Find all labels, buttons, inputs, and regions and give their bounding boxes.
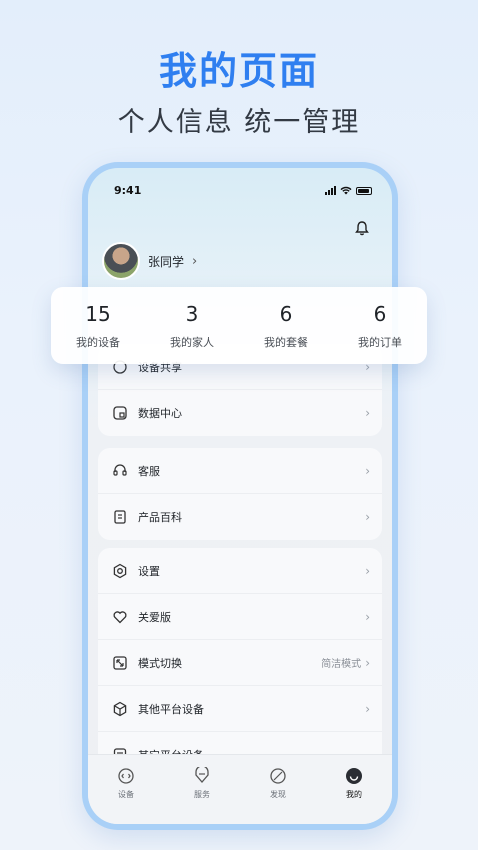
device-icon	[118, 768, 134, 784]
chevron-right-icon: ›	[365, 463, 370, 478]
tab-bar: 设备 服务 发现 我的	[88, 754, 392, 824]
stat-my-family[interactable]: 3 我的家人	[147, 302, 237, 350]
chevron-right-icon: ›	[192, 253, 198, 269]
menu-item-label: 产品百科	[138, 511, 182, 524]
menu-item-label: 数据中心	[138, 407, 182, 420]
phone-screen: 9:41 张同学 › 设备共享 › 数据中心 › 客服 › 产品百科 › 设置 …	[88, 168, 392, 824]
stat-value: 6	[279, 301, 293, 326]
data-center-icon	[110, 403, 130, 423]
bell-icon[interactable]	[354, 220, 370, 236]
battery-icon	[356, 187, 372, 195]
chevron-right-icon: ›	[365, 701, 370, 716]
stat-my-plans[interactable]: 6 我的套餐	[241, 302, 331, 350]
menu-item-label: 模式切换	[138, 656, 182, 670]
menu-item-care-mode[interactable]: 关爱版 ›	[98, 594, 382, 640]
profile-icon	[346, 768, 362, 784]
mode-switch-icon	[110, 653, 130, 673]
phone-frame: 9:41 张同学 › 设备共享 › 数据中心 › 客服 › 产品百科 › 设置 …	[82, 162, 398, 830]
gear-icon	[110, 561, 130, 581]
signal-icon	[325, 186, 336, 195]
stat-my-orders[interactable]: 6 我的订单	[335, 302, 425, 350]
menu-group-support: 客服 › 产品百科 ›	[98, 448, 382, 540]
tab-label: 发现	[270, 790, 286, 799]
tab-label: 我的	[346, 790, 362, 799]
stat-my-devices[interactable]: 15 我的设备	[53, 302, 143, 350]
heart-icon	[110, 607, 130, 627]
menu-item-customer-service[interactable]: 客服 ›	[98, 448, 382, 494]
status-icons	[325, 186, 372, 195]
stat-label: 我的家人	[170, 335, 214, 349]
chevron-right-icon: ›	[365, 563, 370, 578]
stats-card: 15 我的设备 3 我的家人 6 我的套餐 6 我的订单	[51, 287, 427, 364]
discover-icon	[270, 768, 286, 784]
chevron-right-icon: ›	[365, 655, 370, 670]
avatar[interactable]	[102, 242, 140, 280]
chevron-right-icon: ›	[365, 609, 370, 624]
menu-item-mode-switch[interactable]: 模式切换 简洁模式 ›	[98, 640, 382, 686]
cube-icon	[110, 699, 130, 719]
tab-service[interactable]: 服务	[172, 767, 232, 824]
tab-device[interactable]: 设备	[96, 767, 156, 824]
stat-value: 15	[85, 301, 111, 326]
menu-item-label: 客服	[138, 464, 160, 478]
status-bar: 9:41	[88, 182, 392, 202]
menu-item-settings[interactable]: 设置 ›	[98, 548, 382, 594]
promo-headline: 我的页面	[158, 49, 319, 93]
menu-item-label: 设置	[138, 564, 160, 578]
mode-value: 简洁模式	[321, 659, 362, 670]
user-name: 张同学	[148, 254, 185, 269]
wifi-icon	[340, 186, 352, 195]
menu-item-other-platform[interactable]: 其他平台设备 ›	[98, 686, 382, 732]
tab-label: 服务	[194, 790, 210, 799]
stat-value: 3	[185, 301, 199, 326]
menu-item-label: 关爱版	[138, 610, 171, 624]
tab-discover[interactable]: 发现	[248, 767, 308, 824]
stat-label: 我的设备	[76, 335, 120, 349]
book-icon	[110, 507, 130, 527]
profile-header[interactable]: 张同学 ›	[102, 242, 197, 280]
menu-item-label: 其他平台设备	[138, 702, 204, 716]
stat-value: 6	[373, 301, 387, 326]
menu-group-settings: 设置 › 关爱版 › 模式切换 简洁模式 › 其他平台设备 › 其它平台	[98, 548, 382, 778]
tab-label: 设备	[118, 790, 134, 799]
promo-subline: 个人信息 统一管理	[117, 107, 361, 138]
menu-item-data-center[interactable]: 数据中心 ›	[98, 390, 382, 436]
status-time: 9:41	[114, 184, 142, 197]
service-icon	[195, 767, 209, 783]
chevron-right-icon: ›	[365, 510, 370, 524]
stat-label: 我的订单	[358, 335, 402, 349]
tab-profile[interactable]: 我的	[324, 767, 384, 824]
chevron-right-icon: ›	[365, 406, 370, 420]
headset-icon	[110, 461, 130, 481]
stat-label: 我的套餐	[264, 335, 308, 349]
menu-item-product-wiki[interactable]: 产品百科 ›	[98, 494, 382, 540]
